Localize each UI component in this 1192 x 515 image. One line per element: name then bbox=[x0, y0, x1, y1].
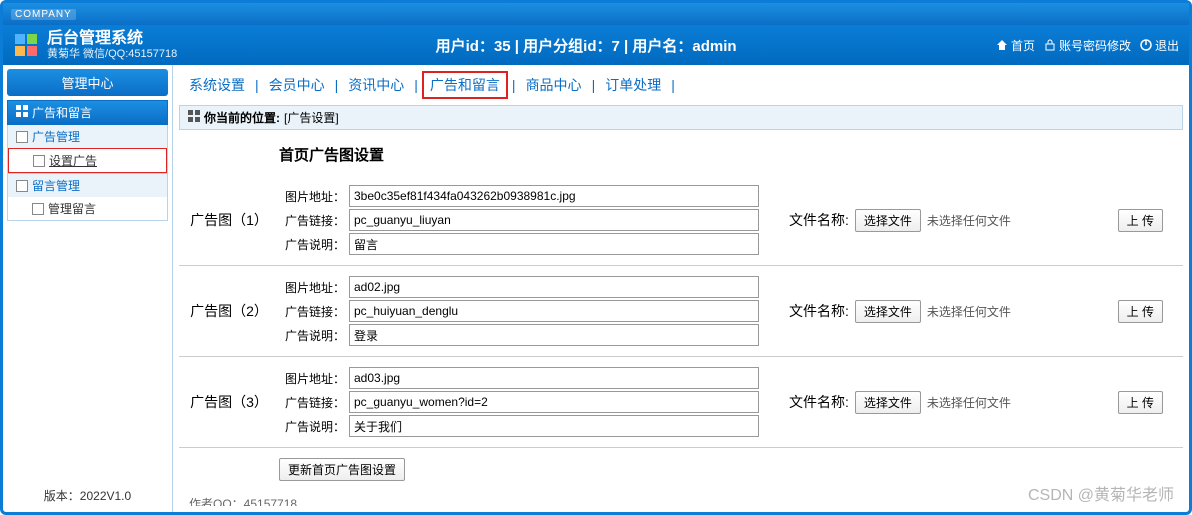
ad-1-link-input[interactable] bbox=[349, 300, 759, 322]
ad-block-0: 广告图（1）图片地址： 广告链接： 广告说明： 文件名称: 选择文件未选择任何文件 上 传 bbox=[179, 175, 1183, 266]
field-label-desc: 广告说明： bbox=[279, 418, 349, 435]
app-subtitle: 黄菊华 微信/QQ:45157718 bbox=[47, 48, 177, 61]
sidebar-item-0-0[interactable]: 设置广告 bbox=[8, 148, 167, 173]
grid-icon bbox=[16, 105, 28, 120]
upload-button-0[interactable]: 上 传 bbox=[1118, 209, 1163, 232]
ad-label-0: 广告图（1） bbox=[179, 210, 279, 230]
document-icon bbox=[33, 155, 45, 167]
field-label-link: 广告链接： bbox=[279, 303, 349, 320]
ad-0-desc-input[interactable] bbox=[349, 233, 759, 255]
nav-item-0[interactable]: 系统设置 bbox=[183, 73, 251, 97]
nav-item-4[interactable]: 商品中心 bbox=[520, 73, 588, 97]
sidebar-group-1[interactable]: 留言管理 bbox=[8, 174, 167, 197]
ad-2-img-input[interactable] bbox=[349, 367, 759, 389]
field-label-link: 广告链接： bbox=[279, 394, 349, 411]
field-label-img: 图片地址： bbox=[279, 370, 349, 387]
sidebar-title: 管理中心 bbox=[7, 69, 168, 96]
version-label: 版本：2022V1.0 bbox=[7, 483, 168, 508]
home-link[interactable]: 首页 bbox=[995, 37, 1035, 54]
document-icon bbox=[16, 180, 28, 192]
ad-0-img-input[interactable] bbox=[349, 185, 759, 207]
nav-item-3[interactable]: 广告和留言 bbox=[422, 71, 508, 99]
form-title: 首页广告图设置 bbox=[179, 136, 1183, 175]
field-label-desc: 广告说明： bbox=[279, 236, 349, 253]
change-password-link[interactable]: 账号密码修改 bbox=[1043, 37, 1131, 54]
upload-button-1[interactable]: 上 传 bbox=[1118, 300, 1163, 323]
no-file-text: 未选择任何文件 bbox=[927, 212, 1011, 229]
ad-2-link-input[interactable] bbox=[349, 391, 759, 413]
ad-1-desc-input[interactable] bbox=[349, 324, 759, 346]
upload-button-2[interactable]: 上 传 bbox=[1118, 391, 1163, 414]
choose-file-button-2[interactable]: 选择文件 bbox=[855, 391, 921, 414]
company-tag: COMPANY bbox=[11, 9, 76, 20]
no-file-text: 未选择任何文件 bbox=[927, 394, 1011, 411]
footer-qq: 作者QQ：45157718 bbox=[179, 491, 1183, 506]
field-label-link: 广告链接： bbox=[279, 212, 349, 229]
file-label: 文件名称: bbox=[789, 392, 849, 412]
submit-button[interactable]: 更新首页广告图设置 bbox=[279, 458, 405, 481]
power-icon bbox=[1139, 38, 1153, 52]
ad-block-1: 广告图（2）图片地址： 广告链接： 广告说明： 文件名称: 选择文件未选择任何文件 上 传 bbox=[179, 266, 1183, 357]
top-nav: 系统设置 | 会员中心 | 资讯中心 | 广告和留言 | 商品中心 | 订单处理… bbox=[173, 65, 1189, 105]
ad-0-link-input[interactable] bbox=[349, 209, 759, 231]
field-label-img: 图片地址： bbox=[279, 188, 349, 205]
header: 后台管理系统 黄菊华 微信/QQ:45157718 用户id：35 | 用户分组… bbox=[3, 25, 1189, 65]
document-icon bbox=[32, 203, 44, 215]
field-label-img: 图片地址： bbox=[279, 279, 349, 296]
ad-1-img-input[interactable] bbox=[349, 276, 759, 298]
ad-label-2: 广告图（3） bbox=[179, 392, 279, 412]
field-label-desc: 广告说明： bbox=[279, 327, 349, 344]
grid-icon bbox=[188, 110, 200, 125]
lock-icon bbox=[1043, 38, 1057, 52]
header-title: 后台管理系统 黄菊华 微信/QQ:45157718 bbox=[47, 29, 177, 61]
choose-file-button-0[interactable]: 选择文件 bbox=[855, 209, 921, 232]
ad-label-1: 广告图（2） bbox=[179, 301, 279, 321]
logo-icon bbox=[13, 32, 39, 58]
nav-item-2[interactable]: 资讯中心 bbox=[342, 73, 410, 97]
app-title: 后台管理系统 bbox=[47, 29, 177, 48]
file-label: 文件名称: bbox=[789, 210, 849, 230]
home-icon bbox=[995, 38, 1009, 52]
sidebar-group-0[interactable]: 广告管理 bbox=[8, 125, 167, 148]
breadcrumb: 你当前的位置: [广告设置] bbox=[179, 105, 1183, 130]
choose-file-button-1[interactable]: 选择文件 bbox=[855, 300, 921, 323]
breadcrumb-current: [广告设置] bbox=[284, 109, 339, 126]
nav-item-5[interactable]: 订单处理 bbox=[599, 73, 667, 97]
sidebar: 管理中心 广告和留言 广告管理设置广告留言管理管理留言 版本：2022V1.0 bbox=[3, 65, 173, 512]
user-info: 用户id：35 | 用户分组id：7 | 用户名：admin bbox=[177, 35, 995, 56]
logout-link[interactable]: 退出 bbox=[1139, 37, 1179, 54]
file-label: 文件名称: bbox=[789, 301, 849, 321]
ad-2-desc-input[interactable] bbox=[349, 415, 759, 437]
breadcrumb-label: 你当前的位置: bbox=[204, 109, 280, 126]
ad-block-2: 广告图（3）图片地址： 广告链接： 广告说明： 文件名称: 选择文件未选择任何文件 上 传 bbox=[179, 357, 1183, 448]
sidebar-item-1-0[interactable]: 管理留言 bbox=[8, 197, 167, 220]
sidebar-section-title: 广告和留言 bbox=[7, 100, 168, 125]
titlebar: COMPANY bbox=[3, 3, 1189, 25]
main: 系统设置 | 会员中心 | 资讯中心 | 广告和留言 | 商品中心 | 订单处理… bbox=[173, 65, 1189, 512]
nav-item-1[interactable]: 会员中心 bbox=[263, 73, 331, 97]
document-icon bbox=[16, 131, 28, 143]
no-file-text: 未选择任何文件 bbox=[927, 303, 1011, 320]
